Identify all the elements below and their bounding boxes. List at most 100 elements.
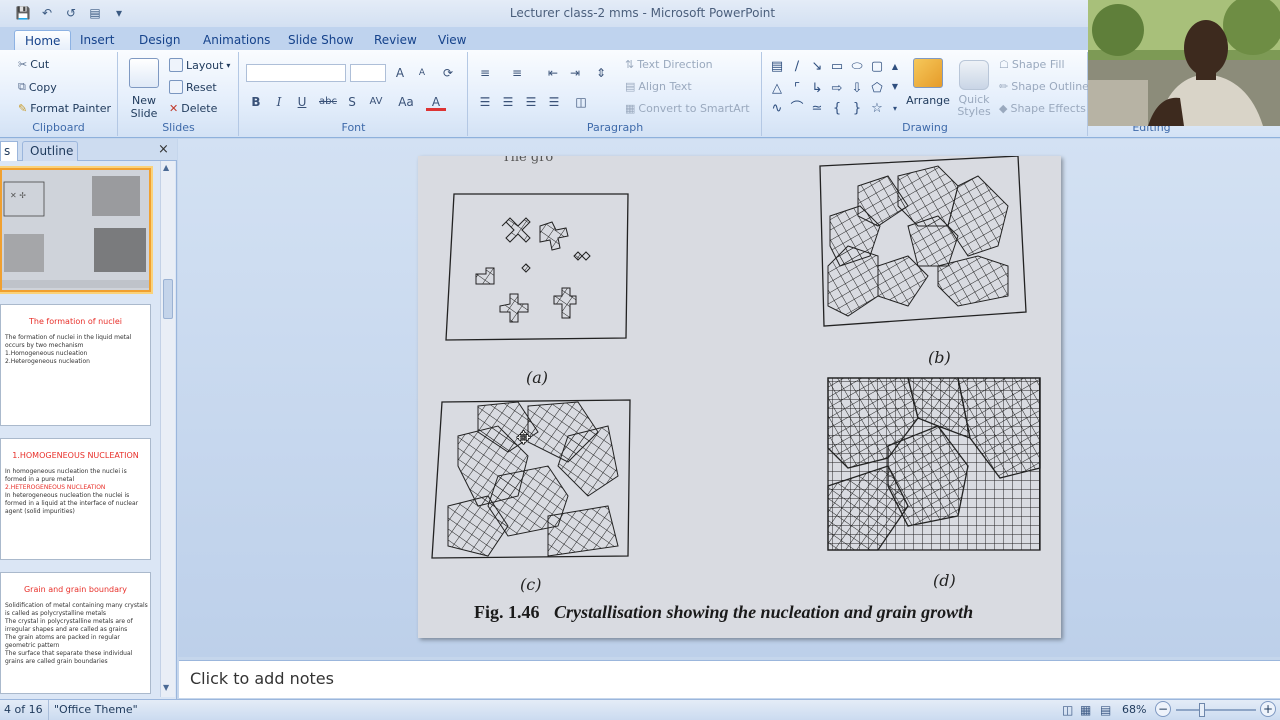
- convert-smartart-button[interactable]: ▦ Convert to SmartArt: [625, 102, 750, 115]
- triangle-shape-icon[interactable]: △: [769, 82, 785, 96]
- tab-slide-show[interactable]: Slide Show: [278, 30, 363, 50]
- slide-thumbnail-3[interactable]: 1.HOMOGENEOUS NUCLEATION In homogeneous …: [0, 438, 151, 560]
- reset-button[interactable]: Reset: [169, 80, 217, 94]
- font-name-combo[interactable]: [246, 64, 346, 82]
- align-text-button[interactable]: ▤ Align Text: [625, 80, 692, 93]
- bold-button[interactable]: B: [246, 93, 266, 111]
- char-spacing-button[interactable]: AV: [364, 93, 388, 111]
- textbox-shape-icon[interactable]: ▤: [769, 60, 785, 74]
- zoom-level[interactable]: 68%: [1122, 703, 1146, 716]
- decrease-indent-icon[interactable]: ⇤: [543, 64, 563, 82]
- arrow-line-shape-icon[interactable]: ↘: [809, 60, 825, 74]
- tab-slides[interactable]: s: [0, 141, 18, 161]
- zoom-in-icon[interactable]: +: [1260, 701, 1276, 717]
- line-shape-icon[interactable]: ∕: [789, 60, 805, 74]
- cut-button[interactable]: ✂ Cut: [18, 58, 49, 71]
- left-brace-shape-icon[interactable]: {: [829, 102, 845, 116]
- drawing-group: ▤ ∕ ↘ ▭ ⬭ ▢ △ ⌜ ↳ ⇨ ⇩ ⬠ ∿ ⌒ ≃ { } ☆ ▲ ▼ …: [763, 52, 1089, 136]
- elbow-connector-icon[interactable]: ⌜: [789, 82, 805, 96]
- slideshow-view-icon[interactable]: ▤: [1100, 703, 1111, 717]
- slide-thumbnail-1[interactable]: ✕ ✢: [0, 168, 151, 292]
- clear-format-button[interactable]: ⟳: [438, 64, 458, 82]
- bullets-icon[interactable]: ≡: [475, 64, 495, 82]
- tab-home[interactable]: Home: [14, 30, 72, 50]
- arc-shape-icon[interactable]: ≃: [809, 102, 825, 116]
- new-slide-button[interactable]: New Slide: [123, 94, 165, 120]
- underline-button[interactable]: U: [292, 93, 312, 111]
- scroll-up-icon[interactable]: ▲: [163, 163, 169, 172]
- text-direction-button[interactable]: ⇅ Text Direction: [625, 58, 713, 71]
- current-slide[interactable]: (a) (b) (c) (d) The gro Fig. 1.46 Crysta…: [418, 156, 1061, 638]
- tab-outline[interactable]: Outline: [22, 141, 78, 161]
- right-brace-shape-icon[interactable]: }: [849, 102, 865, 116]
- font-size-combo[interactable]: [350, 64, 386, 82]
- shapes-scroll-up-icon[interactable]: ▲: [887, 60, 903, 74]
- slides-scrollbar[interactable]: ▲ ▼: [160, 161, 175, 697]
- star-shape-icon[interactable]: ☆: [869, 102, 885, 116]
- shape-outline-button[interactable]: ✏ Shape Outline: [999, 80, 1089, 93]
- format-painter-button[interactable]: ✎ Format Painter: [18, 102, 111, 115]
- notes-pane[interactable]: Click to add notes: [179, 660, 1280, 698]
- freeform-shape-icon[interactable]: ⬠: [869, 82, 885, 96]
- curve-shape-icon[interactable]: ⌒: [789, 102, 805, 116]
- slide-sorter-icon[interactable]: ▦: [1080, 703, 1091, 717]
- slides-group-label: Slides: [162, 121, 195, 134]
- columns-icon[interactable]: ◫: [571, 93, 591, 111]
- increase-indent-icon[interactable]: ⇥: [565, 64, 585, 82]
- scroll-thumb[interactable]: [163, 279, 173, 319]
- grow-font-button[interactable]: A: [390, 64, 410, 82]
- font-group: A A ⟳ B I U abc S AV Aa A Font: [240, 52, 468, 136]
- new-slide-icon[interactable]: [129, 58, 159, 88]
- zoom-out-icon[interactable]: −: [1155, 701, 1171, 717]
- tab-design[interactable]: Design: [129, 30, 190, 50]
- thumbnail-line: The formation of nuclei in the liquid me…: [5, 334, 132, 349]
- shrink-font-button[interactable]: A: [412, 64, 432, 82]
- layout-button[interactable]: Layout ▾: [169, 58, 230, 72]
- tab-animations[interactable]: Animations: [193, 30, 280, 50]
- tab-insert[interactable]: Insert: [70, 30, 124, 50]
- align-left-icon[interactable]: ☰: [475, 93, 495, 111]
- align-right-icon[interactable]: ☰: [521, 93, 541, 111]
- normal-view-icon[interactable]: ◫: [1062, 703, 1073, 717]
- arrange-icon[interactable]: [913, 58, 943, 88]
- tab-review[interactable]: Review: [364, 30, 427, 50]
- shadow-button[interactable]: S: [342, 93, 362, 111]
- line-spacing-icon[interactable]: ⇕: [591, 64, 611, 82]
- change-case-button[interactable]: Aa: [394, 93, 418, 111]
- down-arrow-shape-icon[interactable]: ⇩: [849, 82, 865, 96]
- copy-button[interactable]: ⧉ Copy: [18, 80, 57, 94]
- arrange-button[interactable]: Arrange: [901, 94, 955, 107]
- paragraph-group: ≡ ≡ ⇤ ⇥ ⇕ ☰ ☰ ☰ ☰ ◫ ⇅ Text Direction ▤ Ali…: [469, 52, 762, 136]
- numbering-icon[interactable]: ≡: [507, 64, 527, 82]
- brush-icon: ✎: [18, 102, 28, 115]
- right-arrow-shape-icon[interactable]: ⇨: [829, 82, 845, 96]
- slide-thumbnail-2[interactable]: The formation of nuclei The formation of…: [0, 304, 151, 426]
- shape-fill-button[interactable]: ☖ Shape Fill: [999, 58, 1065, 71]
- align-text-icon: ▤: [625, 80, 636, 93]
- zoom-slider-thumb[interactable]: [1199, 703, 1205, 717]
- status-divider: [48, 700, 49, 720]
- strikethrough-button[interactable]: abc: [316, 93, 340, 111]
- justify-icon[interactable]: ☰: [544, 93, 564, 111]
- notes-placeholder[interactable]: Click to add notes: [190, 669, 334, 688]
- oval-shape-icon[interactable]: ⬭: [849, 60, 865, 74]
- elbow-arrow-icon[interactable]: ↳: [809, 82, 825, 96]
- close-icon[interactable]: ×: [158, 142, 169, 157]
- shapes-scroll-down-icon[interactable]: ▼: [887, 80, 903, 94]
- delete-button[interactable]: ✕ Delete: [169, 102, 217, 115]
- italic-button[interactable]: I: [269, 93, 289, 111]
- quick-styles-button[interactable]: Quick Styles: [951, 94, 997, 118]
- slide-thumbnail-4[interactable]: Grain and grain boundary Solidification …: [0, 572, 151, 694]
- scroll-down-icon[interactable]: ▼: [163, 683, 169, 692]
- scribble-shape-icon[interactable]: ∿: [769, 102, 785, 116]
- rectangle-shape-icon[interactable]: ▭: [829, 60, 845, 74]
- shape-effects-button[interactable]: ◆ Shape Effects: [999, 102, 1086, 115]
- rounded-rect-shape-icon[interactable]: ▢: [869, 60, 885, 74]
- zoom-slider-track[interactable]: [1176, 709, 1256, 711]
- align-center-icon[interactable]: ☰: [498, 93, 518, 111]
- thumbnail-image: ✕ ✢: [2, 170, 149, 290]
- font-group-label: Font: [341, 121, 366, 134]
- quick-styles-icon[interactable]: [959, 60, 989, 90]
- tab-view[interactable]: View: [428, 30, 476, 50]
- font-color-button[interactable]: A: [426, 93, 446, 111]
